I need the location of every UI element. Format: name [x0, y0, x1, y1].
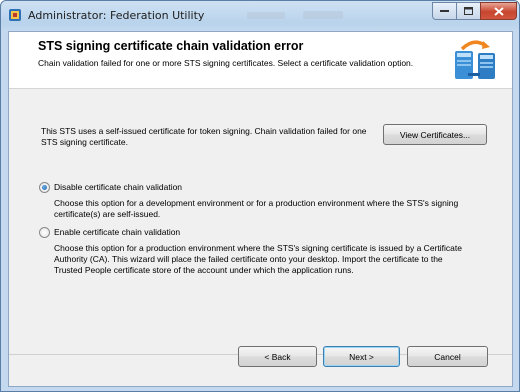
enable-option-description-line: Authority (CA). This wizard will place t…: [54, 254, 443, 264]
page-subtitle: Chain validation failed for one or more …: [38, 58, 414, 68]
view-certificates-button[interactable]: View Certificates...: [383, 124, 487, 145]
enable-option-description-line: Trusted People certificate store of the …: [54, 265, 354, 275]
cancel-button[interactable]: Cancel: [407, 346, 488, 367]
wizard-window: Administrator: Federation Utility STS si…: [0, 0, 520, 392]
enable-chain-validation-label[interactable]: Enable certificate chain validation: [54, 227, 180, 237]
enable-option-description-line: Choose this option for a production envi…: [54, 243, 462, 253]
disable-chain-validation-radio[interactable]: [39, 182, 50, 193]
maximize-icon: [464, 7, 473, 15]
next-button[interactable]: Next >: [323, 346, 400, 367]
title-bar[interactable]: Administrator: Federation Utility: [1, 1, 519, 31]
maximize-button[interactable]: [456, 2, 481, 20]
minimize-button[interactable]: [432, 2, 457, 20]
close-icon: [493, 6, 504, 16]
disable-option-description-line: certificate(s) are self-issued.: [54, 209, 161, 219]
info-line-2: STS signing certificate.: [41, 137, 128, 147]
wizard-header: STS signing certificate chain validation…: [9, 32, 512, 89]
background-title-ghost: [247, 12, 285, 19]
page-title: STS signing certificate chain validation…: [38, 39, 304, 53]
federation-servers-icon: [455, 40, 495, 79]
close-button[interactable]: [480, 2, 517, 20]
window-title: Administrator: Federation Utility: [28, 9, 205, 22]
info-line-1: This STS uses a self-issued certificate …: [41, 126, 367, 136]
disable-chain-validation-label[interactable]: Disable certificate chain validation: [54, 182, 182, 192]
minimize-icon: [440, 10, 449, 12]
wizard-client-area: STS signing certificate chain validation…: [8, 31, 513, 387]
back-button[interactable]: < Back: [238, 346, 317, 367]
disable-option-description-line: Choose this option for a development env…: [54, 198, 459, 208]
app-icon: [9, 9, 21, 21]
background-title-ghost: [303, 11, 343, 19]
radio-selected-dot: [42, 185, 47, 190]
enable-chain-validation-radio[interactable]: [39, 227, 50, 238]
